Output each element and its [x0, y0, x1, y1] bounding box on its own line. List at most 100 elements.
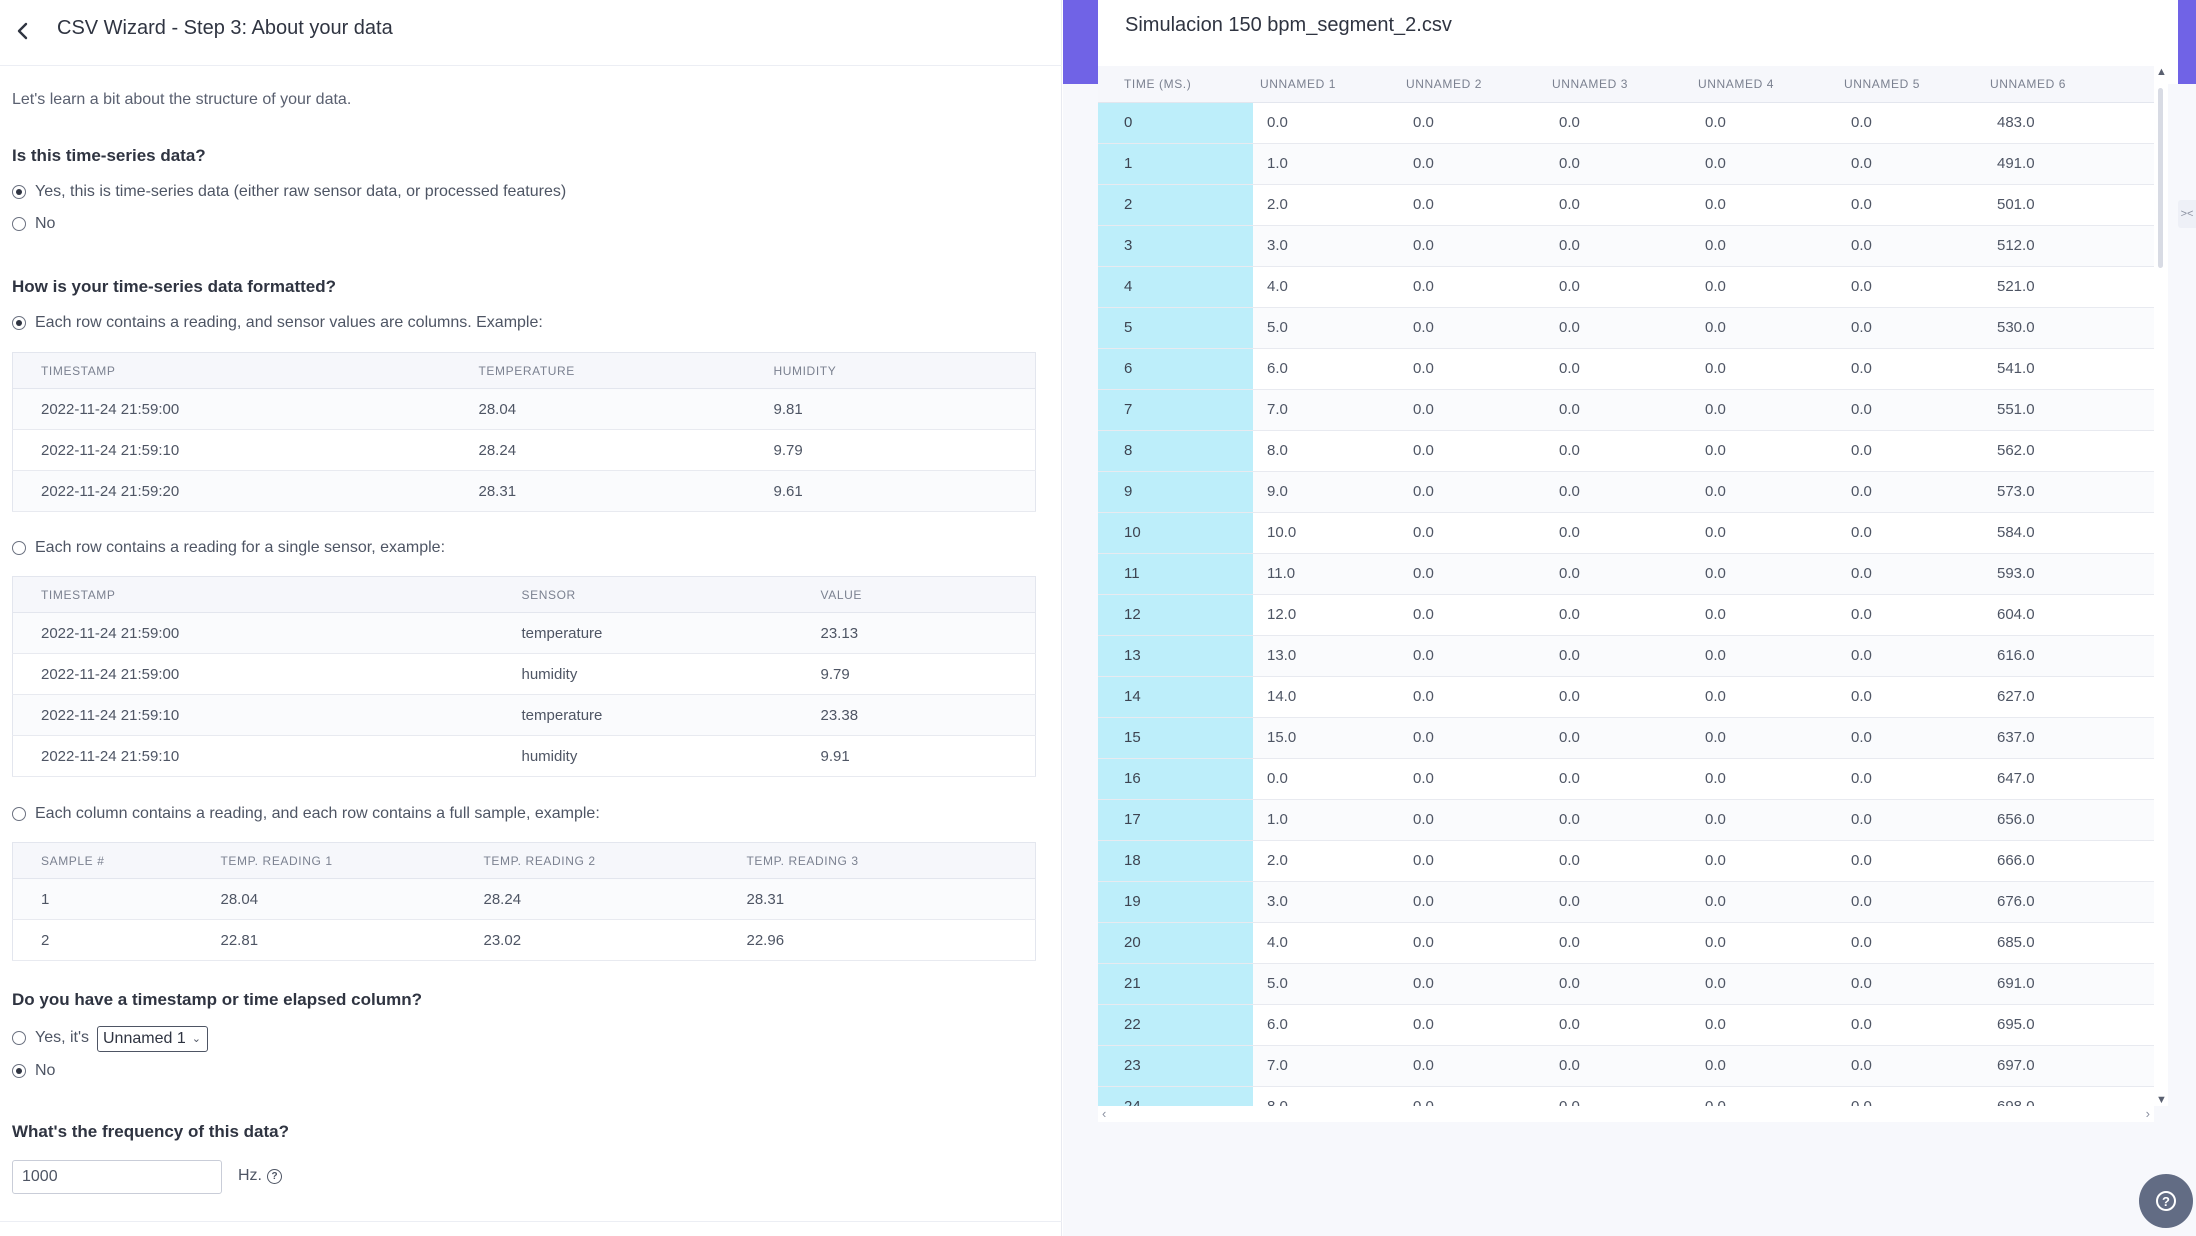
unit-label: Hz.: [238, 1167, 262, 1184]
table-cell: 0.0: [1691, 143, 1837, 185]
table-cell: 8.0: [1253, 1086, 1399, 1106]
column-header: TEMP. READING 3: [718, 842, 1036, 879]
radio-time-series-no[interactable]: No: [12, 215, 55, 233]
table-cell: 0.0: [1691, 1004, 1837, 1046]
table-cell: 28.04: [192, 878, 456, 920]
table-cell: 9.79: [792, 653, 1036, 695]
scroll-right-icon[interactable]: ›: [2146, 1106, 2150, 1121]
table-cell: 0.0: [1399, 348, 1545, 390]
table-cell: 7.0: [1253, 1045, 1399, 1087]
scroll-down-icon[interactable]: ▼: [2156, 1094, 2167, 1106]
accent-bar-right: [2178, 0, 2196, 84]
table-cell: 0.0: [1545, 758, 1691, 800]
table-cell: 0.0: [1691, 840, 1837, 882]
scroll-left-icon[interactable]: ‹: [1102, 1106, 1106, 1121]
table-cell: 0.0: [1545, 881, 1691, 923]
accent-bar: [1063, 0, 1098, 84]
radio-label: Each row contains a reading for a single…: [35, 539, 446, 556]
time-cell: 11: [1098, 553, 1253, 595]
time-cell: 21: [1098, 963, 1253, 1005]
table-cell: 0.0: [1837, 676, 1983, 718]
table-cell: 2022-11-24 21:59:10: [12, 429, 451, 471]
data-preview-table-container[interactable]: TIME (MS.) UNNAMED 1 UNNAMED 2 UNNAMED 3 UNN…: [1098, 66, 2154, 1106]
table-row: 9 9.0 0.0 0.0 0.0 0.0 573.0: [1098, 471, 2154, 513]
back-button[interactable]: [6, 14, 40, 48]
table-cell: 0.0: [1399, 922, 1545, 964]
time-cell: 8: [1098, 430, 1253, 472]
table-cell: 1.0: [1253, 143, 1399, 185]
radio-label: Each row contains a reading, and sensor …: [35, 314, 543, 331]
radio-time-series-yes[interactable]: Yes, this is time-series data (either ra…: [12, 183, 566, 201]
help-circle-icon[interactable]: ?: [267, 1168, 282, 1184]
table-cell: 0.0: [1837, 1045, 1983, 1087]
column-header[interactable]: UNNAMED 3: [1545, 66, 1691, 103]
help-button[interactable]: ?: [2139, 1174, 2193, 1228]
table-cell: 3.0: [1253, 225, 1399, 267]
radio-timestamp-no[interactable]: No: [12, 1062, 55, 1080]
frequency-input[interactable]: [12, 1160, 222, 1194]
table-row: 22 6.0 0.0 0.0 0.0 0.0 695.0: [1098, 1004, 2154, 1046]
table-cell: 0.0: [1399, 143, 1545, 185]
vertical-scrollbar[interactable]: ▲ ▼: [2154, 66, 2168, 1106]
table-cell: 691.0: [1983, 963, 2154, 1005]
scroll-up-icon[interactable]: ▲: [2156, 66, 2167, 78]
table-cell: 0.0: [1399, 184, 1545, 226]
table-cell: 0.0: [1837, 758, 1983, 800]
table-cell: 0.0: [1545, 348, 1691, 390]
table-cell: 695.0: [1983, 1004, 2154, 1046]
table-cell: 1: [12, 878, 193, 920]
table-cell: 5.0: [1253, 307, 1399, 349]
data-preview-table: TIME (MS.) UNNAMED 1 UNNAMED 2 UNNAMED 3 UNN…: [1098, 66, 2154, 1106]
radio-format-single-sensor[interactable]: Each row contains a reading for a single…: [12, 539, 445, 557]
time-cell: 17: [1098, 799, 1253, 841]
table-cell: 0.0: [1545, 840, 1691, 882]
wizard-header: CSV Wizard - Step 3: About your data: [0, 0, 1062, 66]
table-row: 16 0.0 0.0 0.0 0.0 0.0 647.0: [1098, 758, 2154, 800]
table-cell: 604.0: [1983, 594, 2154, 636]
radio-format-full-sample[interactable]: Each column contains a reading, and each…: [12, 805, 600, 823]
horizontal-scrollbar[interactable]: ‹ ›: [1098, 1106, 2154, 1122]
time-cell: 3: [1098, 225, 1253, 267]
sidebar-toggle-button[interactable]: ><: [2178, 200, 2196, 228]
radio-timestamp-yes[interactable]: Yes, it's: [12, 1029, 89, 1047]
table-cell: 0.0: [1545, 594, 1691, 636]
table-row: 7 7.0 0.0 0.0 0.0 0.0 551.0: [1098, 389, 2154, 431]
timestamp-column-select[interactable]: Unnamed 1 ⌄: [97, 1026, 208, 1052]
table-cell: 0.0: [1545, 430, 1691, 472]
column-header[interactable]: UNNAMED 2: [1399, 66, 1545, 103]
table-cell: 0.0: [1545, 1045, 1691, 1087]
time-cell: 22: [1098, 1004, 1253, 1046]
column-header[interactable]: UNNAMED 6: [1983, 66, 2154, 103]
table-cell: 697.0: [1983, 1045, 2154, 1087]
wizard-title: CSV Wizard - Step 3: About your data: [57, 17, 393, 39]
column-header[interactable]: UNNAMED 5: [1837, 66, 1983, 103]
table-cell: 676.0: [1983, 881, 2154, 923]
scrollbar-thumb[interactable]: [2158, 88, 2163, 268]
table-cell: 0.0: [1691, 389, 1837, 431]
table-cell: 2022-11-24 21:59:20: [12, 470, 451, 512]
table-cell: 23.13: [792, 612, 1036, 654]
table-cell: 2.0: [1253, 184, 1399, 226]
table-cell: 0.0: [1545, 1086, 1691, 1106]
table-cell: 2.0: [1253, 840, 1399, 882]
table-cell: 0.0: [1545, 143, 1691, 185]
column-header[interactable]: TIME (MS.): [1098, 66, 1253, 103]
column-header: TEMP. READING 1: [192, 842, 456, 879]
question-frequency: What's the frequency of this data?: [12, 1122, 290, 1141]
chevron-down-icon: ⌄: [191, 1033, 201, 1045]
table-cell: 0.0: [1691, 717, 1837, 759]
table-cell: 28.31: [718, 878, 1036, 920]
radio-format-columns[interactable]: Each row contains a reading, and sensor …: [12, 314, 543, 332]
example-table-full-sample: SAMPLE # TEMP. READING 1 TEMP. READING 2…: [12, 842, 1036, 961]
example-table-single-sensor: TIMESTAMP SENSOR VALUE 2022-11-24 21:59:…: [12, 576, 1036, 777]
table-cell: temperature: [493, 612, 793, 654]
column-header[interactable]: UNNAMED 1: [1253, 66, 1399, 103]
radio-label: No: [35, 215, 56, 232]
column-header: TIMESTAMP: [12, 576, 494, 613]
table-cell: 0.0: [1545, 676, 1691, 718]
table-cell: 0.0: [1837, 922, 1983, 964]
table-cell: 2022-11-24 21:59:00: [12, 653, 494, 695]
table-cell: 551.0: [1983, 389, 2154, 431]
column-header[interactable]: UNNAMED 4: [1691, 66, 1837, 103]
table-cell: 512.0: [1983, 225, 2154, 267]
